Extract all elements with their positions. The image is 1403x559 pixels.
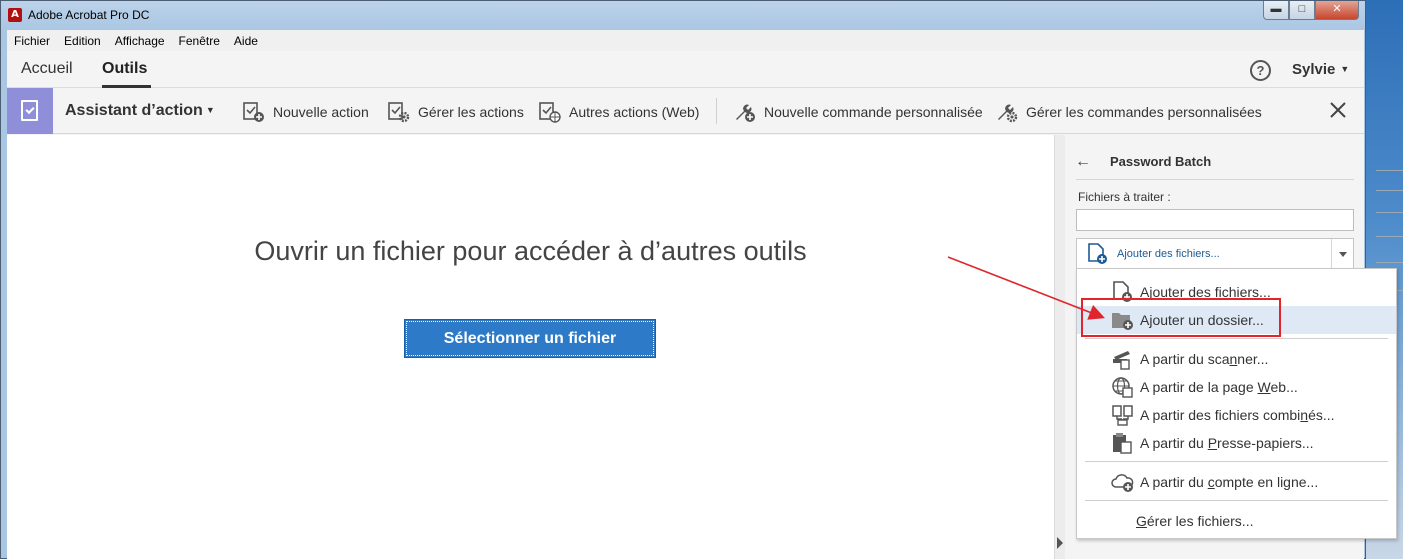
- menu-item-label: A partir du scanner...: [1140, 351, 1269, 367]
- tool-title: Assistant d’action: [65, 102, 203, 119]
- menu-divider: [1085, 338, 1388, 339]
- tab-accueil[interactable]: Accueil: [21, 60, 73, 78]
- tool-title-dropdown[interactable]: Assistant d’action ▼: [65, 102, 215, 120]
- wrench-add-icon: [736, 104, 755, 122]
- menu-divider: [1085, 461, 1388, 462]
- clipboard-icon: [1113, 433, 1132, 454]
- menu-affichage[interactable]: Affichage: [108, 34, 172, 48]
- annotation-highlight-box: [1081, 298, 1281, 337]
- menu-item-from-scanner[interactable]: A partir du scanner...: [1077, 345, 1396, 373]
- new-custom-command-button[interactable]: Nouvelle commande personnalisée: [733, 101, 983, 123]
- tab-outils[interactable]: Outils: [102, 60, 147, 78]
- chevron-down-icon: ▼: [205, 105, 215, 115]
- menu-edition[interactable]: Edition: [57, 34, 108, 48]
- document-area: Ouvrir un fichier pour accéder à d’autre…: [7, 135, 1054, 559]
- files-label: Fichiers à traiter :: [1078, 190, 1171, 204]
- acrobat-icon: A: [8, 8, 22, 22]
- panel-splitter[interactable]: [1054, 135, 1065, 559]
- panel-divider: [1076, 179, 1354, 180]
- new-action-icon: [243, 102, 264, 122]
- manage-custom-commands-label: Gérer les commandes personnalisées: [1026, 104, 1262, 120]
- wrench-gear-icon: [998, 104, 1018, 123]
- menu-item-label: A partir des fichiers combinés...: [1140, 407, 1335, 423]
- menu-item-label: Gérer les fichiers...: [1136, 513, 1254, 529]
- web-page-icon: [1112, 377, 1133, 398]
- menu-fenetre[interactable]: Fenêtre: [172, 34, 227, 48]
- cloud-icon: [1111, 474, 1134, 492]
- panel-title: Password Batch: [1110, 154, 1212, 169]
- back-arrow-icon[interactable]: ←: [1075, 153, 1091, 171]
- manage-actions-label: Gérer les actions: [418, 104, 524, 120]
- manage-actions-button[interactable]: Gérer les actions: [387, 101, 524, 123]
- menu-divider: [1085, 500, 1388, 501]
- title-bar: A Adobe Acrobat Pro DC ▬ □ ✕: [1, 1, 1365, 30]
- add-files-label: Ajouter des fichiers...: [1117, 248, 1220, 260]
- minimize-button[interactable]: ▬: [1263, 1, 1289, 20]
- files-list-field[interactable]: [1076, 209, 1354, 231]
- select-file-button[interactable]: Sélectionner un fichier: [404, 319, 656, 358]
- collapse-arrow-icon[interactable]: [1057, 537, 1063, 549]
- add-files-split-button[interactable]: Ajouter des fichiers...: [1076, 238, 1354, 269]
- new-action-label: Nouvelle action: [273, 104, 369, 120]
- add-file-icon: [1088, 243, 1107, 264]
- menu-item-label: A partir du Presse-papiers...: [1140, 435, 1314, 451]
- toolbar-divider: [716, 98, 717, 124]
- new-custom-command-label: Nouvelle commande personnalisée: [764, 104, 983, 120]
- menu-item-manage-files[interactable]: Gérer les fichiers...: [1077, 507, 1396, 535]
- top-navigation: Accueil Outils ? Sylvie ▼: [7, 51, 1364, 88]
- menu-item-from-combined-files[interactable]: A partir des fichiers combinés...: [1077, 401, 1396, 429]
- window-controls: ▬ □ ✕: [1263, 1, 1359, 20]
- web-actions-button[interactable]: Autres actions (Web): [538, 101, 699, 123]
- menu-item-from-clipboard[interactable]: A partir du Presse-papiers...: [1077, 429, 1396, 457]
- manage-custom-commands-button[interactable]: Gérer les commandes personnalisées: [995, 101, 1262, 123]
- menu-item-from-web-page[interactable]: A partir de la page Web...: [1077, 373, 1396, 401]
- menu-item-label: A partir du compte en ligne...: [1140, 474, 1319, 490]
- user-name: Sylvie: [1292, 61, 1336, 78]
- chevron-down-icon: ▼: [1340, 64, 1350, 74]
- close-window-button[interactable]: ✕: [1315, 1, 1359, 20]
- menu-bar: Fichier Edition Affichage Fenêtre Aide: [7, 30, 1364, 51]
- maximize-button[interactable]: □: [1289, 1, 1315, 20]
- web-actions-icon: [539, 102, 561, 123]
- scanner-icon: [1113, 351, 1130, 370]
- help-icon[interactable]: ?: [1250, 60, 1271, 81]
- combine-files-icon: [1112, 405, 1133, 426]
- manage-actions-icon: [388, 102, 410, 123]
- close-icon[interactable]: [1327, 99, 1349, 121]
- menu-item-label: A partir de la page Web...: [1140, 379, 1298, 395]
- menu-item-from-online-account[interactable]: A partir du compte en ligne...: [1077, 468, 1396, 496]
- web-actions-label: Autres actions (Web): [569, 104, 700, 120]
- menu-aide[interactable]: Aide: [227, 34, 265, 48]
- user-menu[interactable]: Sylvie ▼: [1292, 61, 1349, 78]
- action-wizard-icon: [7, 88, 53, 134]
- chevron-down-icon[interactable]: [1339, 252, 1347, 257]
- window-title: Adobe Acrobat Pro DC: [28, 8, 150, 22]
- new-action-button[interactable]: Nouvelle action: [242, 101, 369, 123]
- menu-fichier[interactable]: Fichier: [7, 34, 57, 48]
- tool-toolbar: Assistant d’action ▼ Nouvelle action Gére…: [7, 88, 1364, 134]
- empty-state-heading: Ouvrir un fichier pour accéder à d’autre…: [254, 236, 807, 266]
